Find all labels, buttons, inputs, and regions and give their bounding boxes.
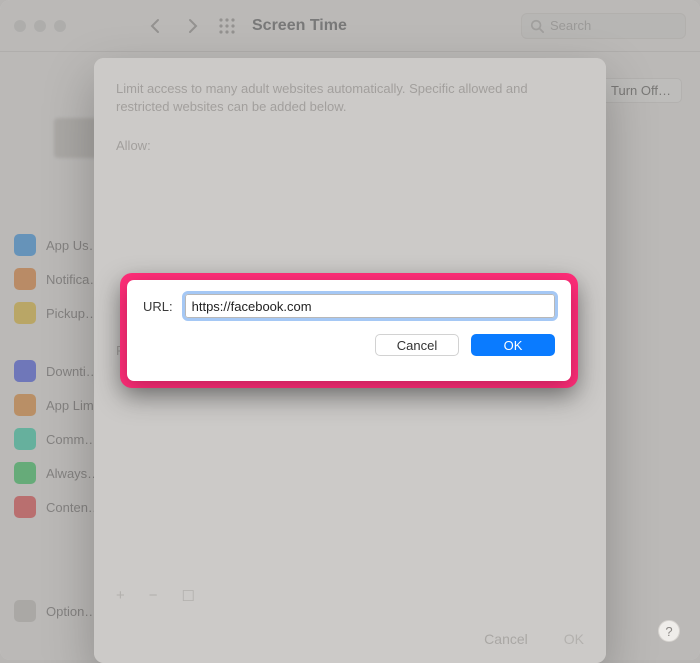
url-entry-sheet: URL: Cancel OK xyxy=(127,280,571,381)
cancel-button[interactable]: Cancel xyxy=(375,334,459,356)
url-input[interactable] xyxy=(185,294,555,318)
annotation-highlight: URL: Cancel OK xyxy=(120,273,578,388)
ok-button[interactable]: OK xyxy=(471,334,555,356)
help-button[interactable]: ? xyxy=(658,620,680,642)
url-label: URL: xyxy=(143,299,173,314)
settings-window: Screen Time Search Turn Off… App Us… Not… xyxy=(0,0,700,660)
